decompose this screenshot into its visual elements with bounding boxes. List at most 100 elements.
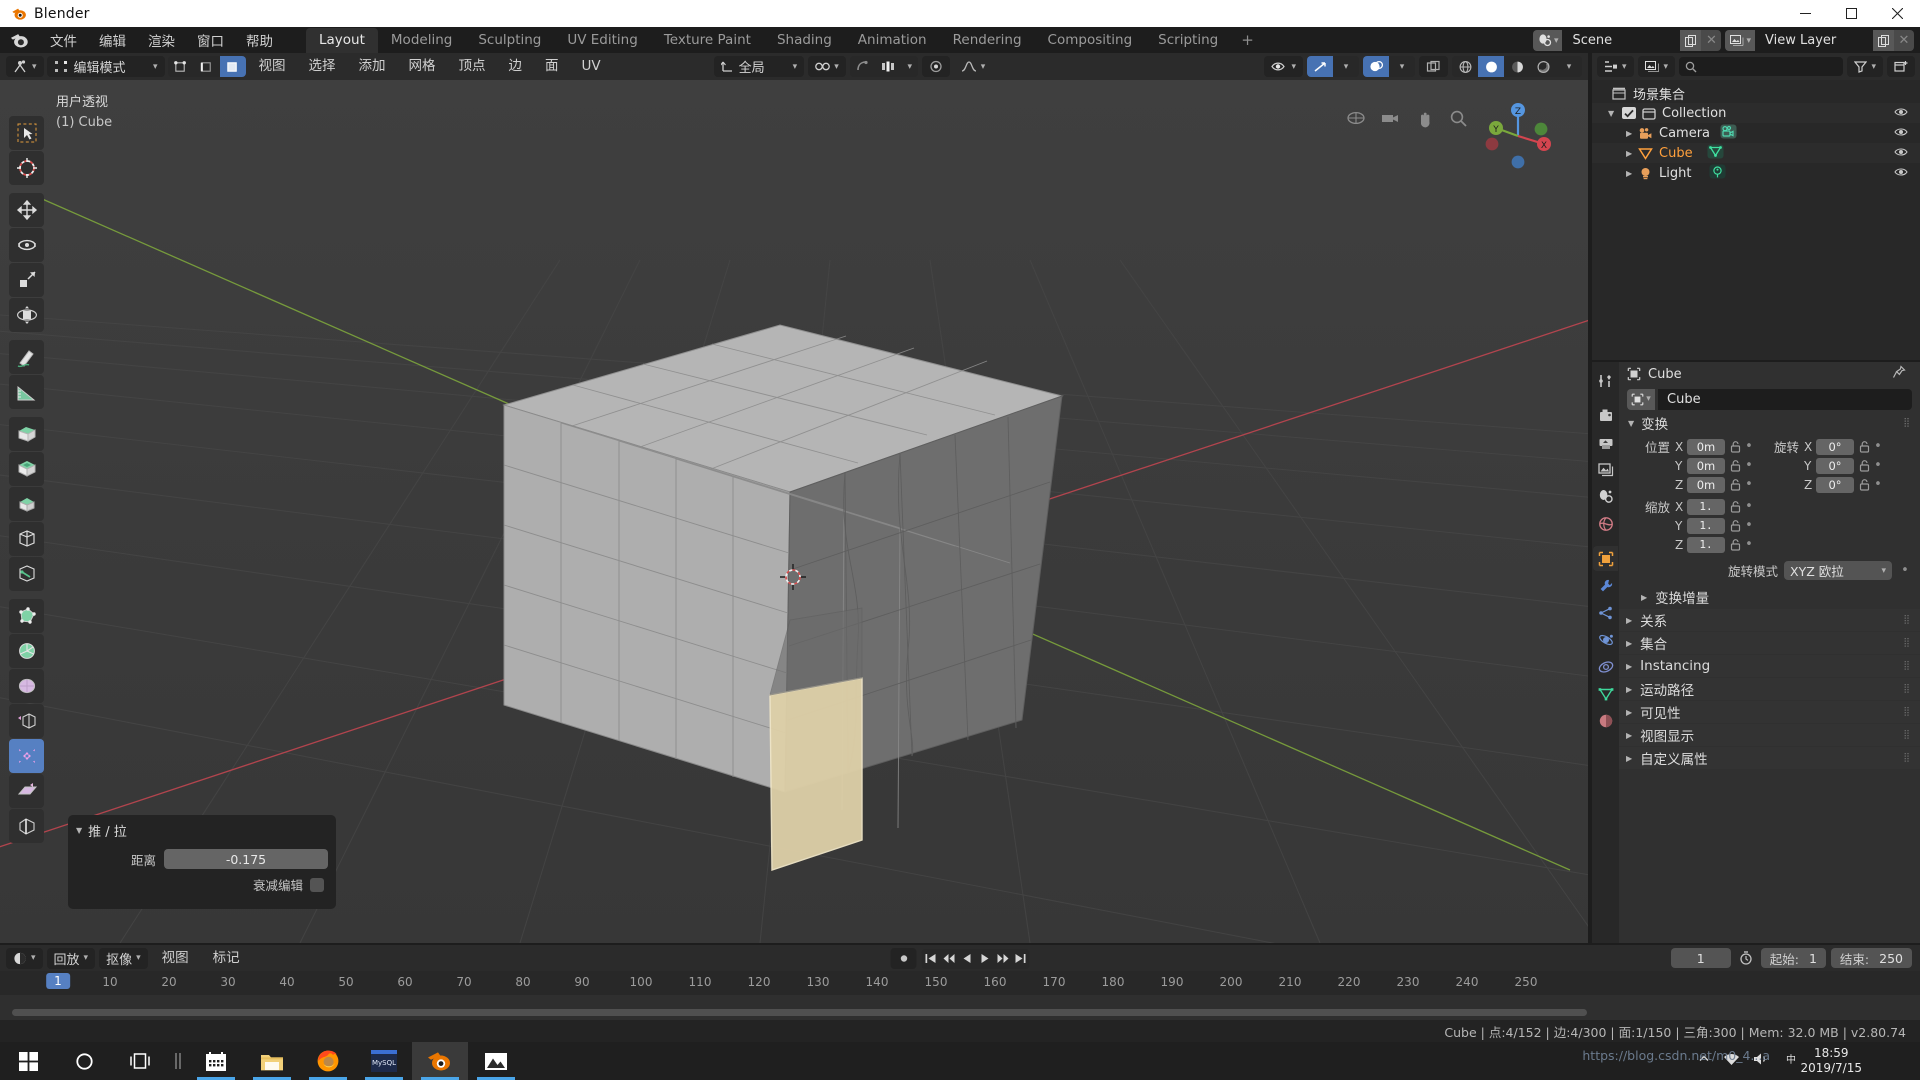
viewport-menu-add[interactable]: 添加 <box>349 56 396 77</box>
tab-texture-paint[interactable]: Texture Paint <box>651 28 764 53</box>
transform-orientation-selector[interactable]: 全局 ▾ <box>714 56 805 77</box>
outliner-row-camera[interactable]: ▶ Camera <box>1592 123 1920 143</box>
snap-toggle[interactable]: ▾ <box>808 56 846 77</box>
bevel-tool[interactable] <box>9 487 44 521</box>
rendered-shading-button[interactable] <box>1530 56 1556 77</box>
light-data-icon[interactable] <box>1709 164 1726 183</box>
viewport-canvas[interactable]: 用户透视 (1) Cube <box>0 80 1588 943</box>
taskbar-clock[interactable]: 18:59 2019/7/15 <box>1800 1046 1862 1076</box>
task-view-icon[interactable] <box>112 1042 168 1080</box>
measure-tool[interactable] <box>9 375 44 409</box>
tab-rendering[interactable]: Rendering <box>940 28 1035 53</box>
lock-icon[interactable] <box>1858 479 1871 491</box>
outliner-editor[interactable]: ▾ ▾ ▾ 场景集合 <box>1592 53 1920 360</box>
playhead[interactable]: 1 <box>46 973 70 989</box>
scale-z-field[interactable]: 1. <box>1687 537 1725 553</box>
shear-tool[interactable] <box>9 774 44 808</box>
particles-tab[interactable] <box>1593 600 1618 625</box>
scene-name[interactable]: Scene <box>1562 30 1680 51</box>
physics-tab[interactable] <box>1593 627 1618 652</box>
timeline-menu-view[interactable]: 视图 <box>152 948 199 969</box>
operator-panel-header[interactable]: ▼ 推 / 拉 <box>76 821 328 840</box>
tab-modeling[interactable]: Modeling <box>378 28 465 53</box>
inset-faces-tool[interactable] <box>9 452 44 486</box>
tab-compositing[interactable]: Compositing <box>1035 28 1146 53</box>
show-desktop-button[interactable] <box>1912 1042 1920 1080</box>
unlink-scene-button[interactable]: ✕ <box>1701 30 1721 51</box>
face-select-button[interactable] <box>220 56 246 77</box>
overlay-options-chevron[interactable]: ▾ <box>1389 56 1415 77</box>
viewport-menu-uv[interactable]: UV <box>572 56 611 77</box>
animate-dot-icon[interactable]: • <box>1871 458 1885 473</box>
delta-transform-section[interactable]: ▶ 变换增量 <box>1619 586 1920 608</box>
timeline-editor[interactable]: ▾ 回放 ▾ 抠像 ▾ 视图 标记 <box>0 945 1920 1020</box>
editor-type-selector[interactable]: ▾ <box>6 56 44 77</box>
spin-tool[interactable] <box>9 634 44 668</box>
viewport-menu-vertex[interactable]: 顶点 <box>449 56 496 77</box>
cursor-tool[interactable] <box>9 151 44 185</box>
operator-panel[interactable]: ▼ 推 / 拉 距离 -0.175 衰减编辑 <box>68 815 336 909</box>
wireframe-shading-button[interactable] <box>1452 56 1478 77</box>
menu-render[interactable]: 渲染 <box>137 28 186 52</box>
view-layer-tab[interactable] <box>1593 457 1618 482</box>
expand-triangle-icon[interactable]: ▼ <box>1608 109 1622 118</box>
lock-icon[interactable] <box>1729 520 1742 532</box>
proportional-checkbox[interactable] <box>310 878 324 892</box>
viewport-menu-edge[interactable]: 边 <box>499 56 533 77</box>
viewport-menu-face[interactable]: 面 <box>535 56 569 77</box>
file-explorer-icon[interactable] <box>244 1042 300 1080</box>
end-frame-value[interactable]: 250 <box>1879 951 1903 966</box>
outliner-row-light[interactable]: ▶ Light <box>1592 163 1920 183</box>
rip-region-tool[interactable] <box>9 809 44 843</box>
rotate-tool[interactable] <box>9 228 44 262</box>
outliner-filter-button[interactable]: ▾ <box>1847 56 1883 77</box>
animate-dot-icon[interactable]: • <box>1742 499 1756 514</box>
expand-triangle-icon[interactable]: ▶ <box>1626 149 1638 158</box>
interaction-mode-selector[interactable]: 编辑模式 ▾ <box>47 56 165 77</box>
modifier-tab[interactable] <box>1593 573 1618 598</box>
jump-to-start-button[interactable] <box>922 949 940 969</box>
camera-view-icon[interactable] <box>1378 106 1402 130</box>
lock-icon[interactable] <box>1858 460 1871 472</box>
view-layer-icon[interactable]: ▾ <box>1725 30 1755 51</box>
outliner-new-collection-button[interactable] <box>1887 56 1915 77</box>
object-tab[interactable] <box>1593 546 1618 571</box>
visibility-eye-icon[interactable] <box>1894 126 1908 142</box>
location-z-field[interactable]: 0m <box>1687 477 1725 493</box>
start-frame-value[interactable]: 1 <box>1809 951 1817 966</box>
outliner-row-scene-collection[interactable]: 场景集合 <box>1592 83 1920 103</box>
transform-tool[interactable] <box>9 298 44 332</box>
scale-y-field[interactable]: 1. <box>1687 518 1725 534</box>
zoom-view-icon[interactable] <box>1446 106 1470 130</box>
rotation-mode-selector[interactable]: XYZ 欧拉 ▾ <box>1784 561 1892 580</box>
calendar-app-icon[interactable] <box>188 1042 244 1080</box>
camera-data-icon[interactable] <box>1720 124 1737 143</box>
instancing-section[interactable]: ▶ Instancing ⣿ <box>1619 655 1920 677</box>
tab-sculpting[interactable]: Sculpting <box>465 28 554 53</box>
transform-panel-header[interactable]: ▼ 变换 ⣿ <box>1619 412 1920 434</box>
proportional-chevron[interactable]: ▾ <box>902 56 918 77</box>
mysql-app-icon[interactable]: MySQL <box>356 1042 412 1080</box>
lock-icon[interactable] <box>1729 539 1742 551</box>
timeline-horizontal-scrollbar[interactable] <box>12 1009 1587 1016</box>
visibility-section[interactable]: ▶ 可见性 ⣿ <box>1619 701 1920 723</box>
shrink-fatten-tool[interactable] <box>9 739 44 773</box>
rotation-z-field[interactable]: 0° <box>1816 477 1854 493</box>
edge-slide-tool[interactable] <box>9 704 44 738</box>
location-y-field[interactable]: 0m <box>1687 458 1725 474</box>
navigation-gizmo[interactable]: Z Y X <box>1480 98 1556 174</box>
animate-dot-icon[interactable]: • <box>1871 439 1885 454</box>
prev-keyframe-button[interactable] <box>940 949 958 969</box>
poly-build-tool[interactable] <box>9 599 44 633</box>
menu-edit[interactable]: 编辑 <box>88 28 137 52</box>
scene-tab[interactable] <box>1593 484 1618 509</box>
solid-shading-button[interactable] <box>1478 56 1504 77</box>
smooth-tool[interactable] <box>9 669 44 703</box>
remove-view-layer-button[interactable]: ✕ <box>1894 30 1914 51</box>
shading-options-chevron[interactable]: ▾ <box>1556 56 1582 77</box>
outliner-row-collection[interactable]: ▼ Collection <box>1592 103 1920 123</box>
start-button[interactable] <box>0 1042 56 1080</box>
tab-shading[interactable]: Shading <box>764 28 845 53</box>
maximize-button[interactable] <box>1828 0 1874 27</box>
current-frame-field[interactable]: 1 <box>1671 948 1731 968</box>
